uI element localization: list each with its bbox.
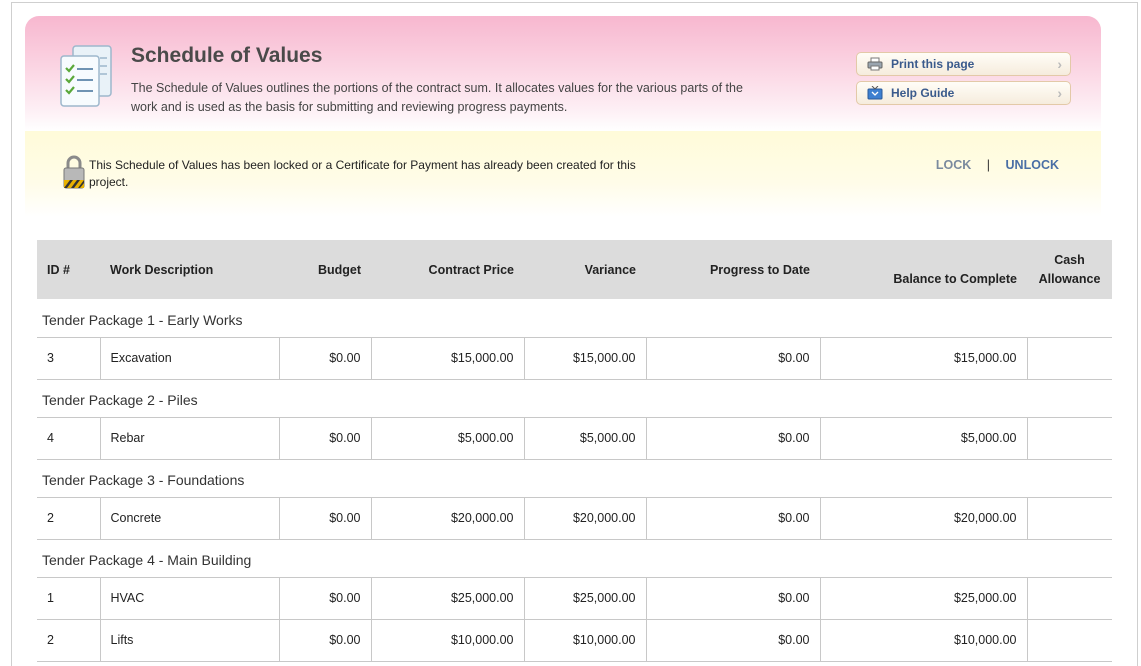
table-row[interactable]: 2 Concrete $0.00 $20,000.00 $20,000.00 $0.00 $… [37, 497, 1112, 540]
group-name: Tender Package 1 - Early Works [37, 299, 1112, 338]
cell-cash-allowance [1026, 417, 1112, 460]
cash-header-line-2: Allowance [1038, 271, 1101, 286]
help-monitor-icon [867, 86, 883, 100]
lock-link[interactable]: LOCK [936, 158, 971, 172]
cell-variance: $20,000.00 [523, 497, 646, 540]
cell-description: Lifts [99, 619, 279, 662]
group-name: Tender Package 3 - Foundations [37, 459, 1112, 498]
checklist-document-icon [60, 45, 112, 107]
cell-contract-price: $25,000.00 [370, 577, 524, 620]
cell-progress: $0.00 [645, 417, 820, 460]
cash-header-line-1: Cash [1054, 252, 1085, 267]
cell-description: Excavation [99, 337, 279, 380]
table-row[interactable]: 4 Rebar $0.00 $5,000.00 $5,000.00 $0.00 $5,000… [37, 417, 1112, 460]
cell-id: 3 [37, 337, 100, 380]
page-description: The Schedule of Values outlines the port… [131, 81, 743, 114]
cell-budget: $0.00 [278, 337, 371, 380]
cell-contract-price: $20,000.00 [370, 497, 524, 540]
lock-notice: This Schedule of Values has been locked … [25, 131, 1101, 217]
cell-id: 1 [37, 577, 100, 620]
cell-id: 2 [37, 497, 100, 540]
cell-variance: $25,000.00 [523, 577, 646, 620]
cell-balance: $15,000.00 [819, 337, 1027, 380]
cell-progress: $0.00 [645, 497, 820, 540]
cell-balance: $10,000.00 [819, 619, 1027, 662]
cell-contract-price: $15,000.00 [370, 337, 524, 380]
cell-budget: $0.00 [278, 619, 371, 662]
column-header-id: ID # [37, 240, 100, 299]
group-row: Tender Package 3 - Foundations [37, 459, 1112, 498]
column-header-cash-allowance: Cash Allowance [1027, 240, 1112, 299]
cell-description: Rebar [99, 417, 279, 460]
cell-cash-allowance [1026, 497, 1112, 540]
group-row: Tender Package 2 - Piles [37, 379, 1112, 418]
cell-description: HVAC [99, 577, 279, 620]
cell-description: Concrete [99, 497, 279, 540]
cell-budget: $0.00 [278, 497, 371, 540]
page-title: Schedule of Values [131, 44, 323, 67]
chevron-right-icon: › [1057, 85, 1062, 101]
lock-separator: | [986, 158, 991, 172]
help-guide-button[interactable]: Help Guide › [856, 81, 1071, 105]
cell-variance: $15,000.00 [523, 337, 646, 380]
cell-variance: $5,000.00 [523, 417, 646, 460]
table-body: Tender Package 1 - Early Works 3 Excavatio… [37, 299, 1112, 662]
column-header-contract-price: Contract Price [371, 240, 524, 299]
cell-balance: $20,000.00 [819, 497, 1027, 540]
cell-cash-allowance [1026, 337, 1112, 380]
printer-icon [867, 57, 883, 71]
column-header-budget: Budget [279, 240, 371, 299]
cell-budget: $0.00 [278, 577, 371, 620]
cell-balance: $5,000.00 [819, 417, 1027, 460]
help-guide-label: Help Guide [891, 86, 955, 100]
cell-progress: $0.00 [645, 577, 820, 620]
print-page-button[interactable]: Print this page › [856, 52, 1071, 76]
group-name: Tender Package 2 - Piles [37, 379, 1112, 418]
table-header-row: ID # Work Description Budget Contract Pr… [37, 240, 1112, 299]
cell-balance: $25,000.00 [819, 577, 1027, 620]
unlock-link[interactable]: UNLOCK [1006, 158, 1059, 172]
print-page-label: Print this page [891, 57, 975, 71]
cell-cash-allowance [1026, 577, 1112, 620]
group-row: Tender Package 4 - Main Building [37, 539, 1112, 578]
padlock-icon [63, 155, 85, 189]
column-header-progress: Progress to Date [646, 240, 820, 299]
page-header: Schedule of Values The Schedule of Value… [25, 16, 1101, 131]
cell-variance: $10,000.00 [523, 619, 646, 662]
chevron-right-icon: › [1057, 56, 1062, 72]
cell-progress: $0.00 [645, 619, 820, 662]
group-name: Tender Package 4 - Main Building [37, 539, 1112, 578]
cell-contract-price: $5,000.00 [370, 417, 524, 460]
table-row[interactable]: 2 Lifts $0.00 $10,000.00 $10,000.00 $0.00 $10,… [37, 619, 1112, 662]
lock-links: LOCK | UNLOCK [936, 158, 1059, 172]
cell-id: 2 [37, 619, 100, 662]
group-row: Tender Package 1 - Early Works [37, 299, 1112, 338]
cell-id: 4 [37, 417, 100, 460]
column-header-balance: Balance to Complete [820, 240, 1027, 299]
lock-notice-text: This Schedule of Values has been locked … [89, 158, 636, 189]
table-row[interactable]: 3 Excavation $0.00 $15,000.00 $15,000.00 $0.0… [37, 337, 1112, 380]
cell-cash-allowance [1026, 619, 1112, 662]
cell-budget: $0.00 [278, 417, 371, 460]
cell-contract-price: $10,000.00 [370, 619, 524, 662]
schedule-of-values-table: ID # Work Description Budget Contract Pr… [37, 240, 1112, 662]
column-header-variance: Variance [524, 240, 646, 299]
cell-progress: $0.00 [645, 337, 820, 380]
table-row[interactable]: 1 HVAC $0.00 $25,000.00 $25,000.00 $0.00 $25,0… [37, 577, 1112, 620]
column-header-description: Work Description [100, 240, 279, 299]
